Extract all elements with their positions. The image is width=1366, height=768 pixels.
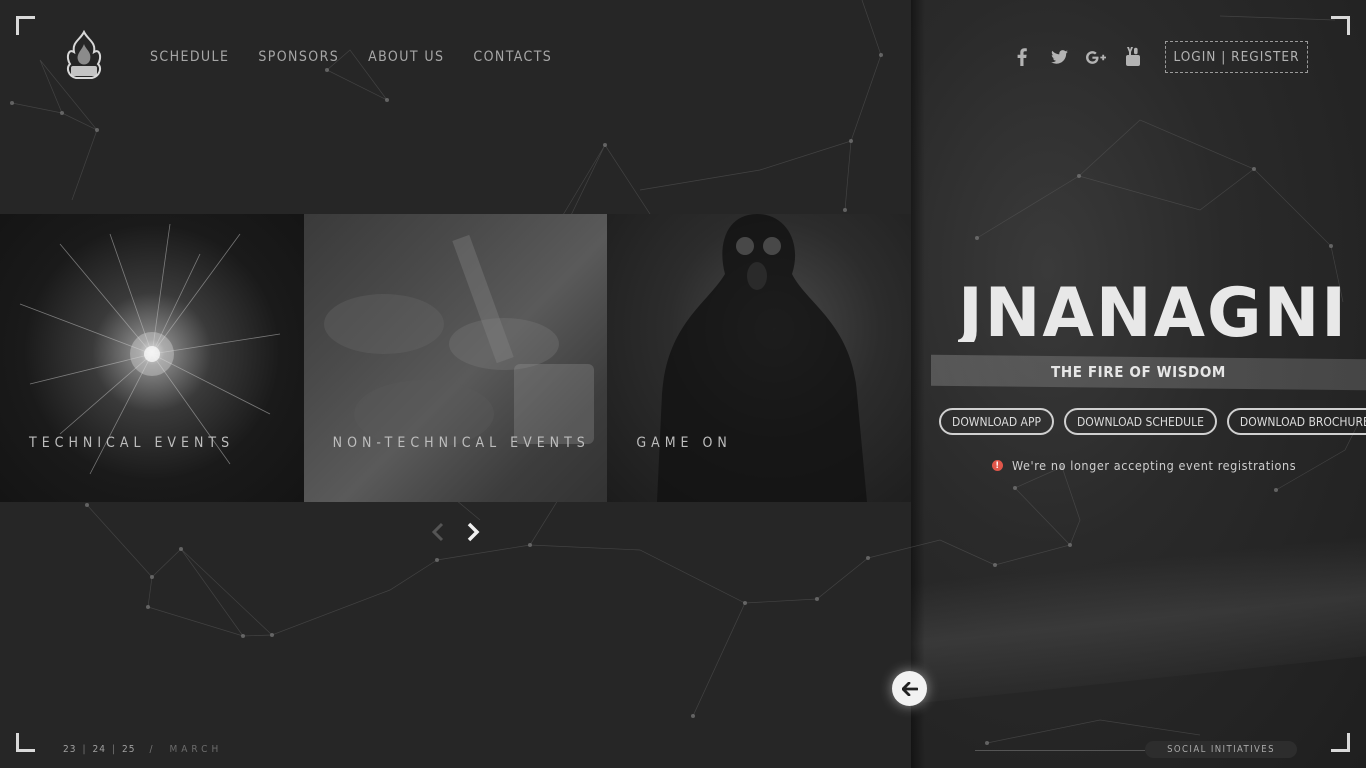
- corner-bracket-bottom-left: [16, 733, 35, 752]
- corner-bracket-top-left: [16, 16, 35, 35]
- corner-bracket-top-right: [1331, 16, 1350, 35]
- event-card-non-technical[interactable]: NON-TECHNICAL EVENTS: [303, 214, 608, 502]
- youtube-icon[interactable]: [1123, 46, 1143, 68]
- brand-wordmark: JNANAGNI: [954, 274, 1350, 353]
- spark-burst-image: [19, 223, 281, 475]
- corner-bracket-bottom-right: [1331, 733, 1350, 752]
- gas-mask-soldier-image: [657, 214, 868, 502]
- event-dates: 23 | 24 | 25 / MARCH: [63, 744, 222, 755]
- arrow-left-icon: [901, 681, 918, 696]
- event-card-label: GAME ON: [636, 435, 732, 451]
- download-brochure-button[interactable]: DOWNLOAD BROCHURE: [1226, 408, 1366, 435]
- tagline-text: THE FIRE OF WISDOM: [1051, 363, 1226, 381]
- event-card-label: NON-TECHNICAL EVENTS: [332, 435, 590, 451]
- registration-notice: ! We're no longer accepting event regist…: [992, 458, 1296, 473]
- event-card-game-on[interactable]: GAME ON: [607, 214, 911, 502]
- download-schedule-button[interactable]: DOWNLOAD SCHEDULE: [1063, 408, 1217, 435]
- login-register-button[interactable]: LOGIN | REGISTER: [1165, 41, 1308, 73]
- alert-icon: !: [992, 460, 1003, 471]
- nav-item-sponsors[interactable]: SPONSORS: [258, 48, 339, 66]
- nav-item-contacts[interactable]: CONTACTS: [473, 48, 552, 66]
- carousel-next-chevron-icon[interactable]: [465, 521, 481, 543]
- date-day: 25: [122, 744, 136, 755]
- art-supplies-image: [323, 234, 594, 448]
- nav-item-schedule[interactable]: SCHEDULE: [150, 48, 229, 66]
- download-app-button[interactable]: DOWNLOAD APP: [939, 408, 1054, 435]
- google-plus-icon[interactable]: [1086, 46, 1106, 68]
- month-separator: /: [149, 744, 154, 755]
- brand-title: JNANAGNI: [958, 276, 1348, 342]
- twitter-icon[interactable]: [1049, 46, 1069, 68]
- date-day: 23: [63, 744, 77, 755]
- event-cards-carousel: TECHNICAL EVENTS NON-TECHNICAL EVENTS GA…: [0, 214, 911, 502]
- date-month: MARCH: [169, 744, 223, 755]
- social-initiatives-link[interactable]: SOCIAL INITIATIVES: [1145, 741, 1297, 758]
- registration-notice-text: We're no longer accepting event registra…: [1012, 458, 1297, 473]
- event-card-technical[interactable]: TECHNICAL EVENTS: [0, 214, 304, 502]
- main-nav: SCHEDULE SPONSORS ABOUT US CONTACTS: [150, 48, 581, 66]
- facebook-icon[interactable]: [1012, 46, 1032, 68]
- logo-flame-icon[interactable]: [62, 29, 106, 82]
- event-card-label: TECHNICAL EVENTS: [29, 435, 235, 451]
- date-separator: |: [82, 744, 87, 755]
- download-buttons: DOWNLOAD APP DOWNLOAD SCHEDULE DOWNLOAD …: [939, 408, 1366, 435]
- date-day: 24: [92, 744, 106, 755]
- carousel-prev-chevron-icon[interactable]: [431, 522, 445, 542]
- social-links: [1012, 46, 1160, 68]
- page-root: SCHEDULE SPONSORS ABOUT US CONTACTS LOGI…: [0, 0, 1366, 768]
- footer-divider: [975, 750, 1145, 751]
- back-arrow-button[interactable]: [892, 671, 927, 706]
- date-separator: |: [111, 744, 116, 755]
- nav-item-about-us[interactable]: ABOUT US: [368, 48, 444, 66]
